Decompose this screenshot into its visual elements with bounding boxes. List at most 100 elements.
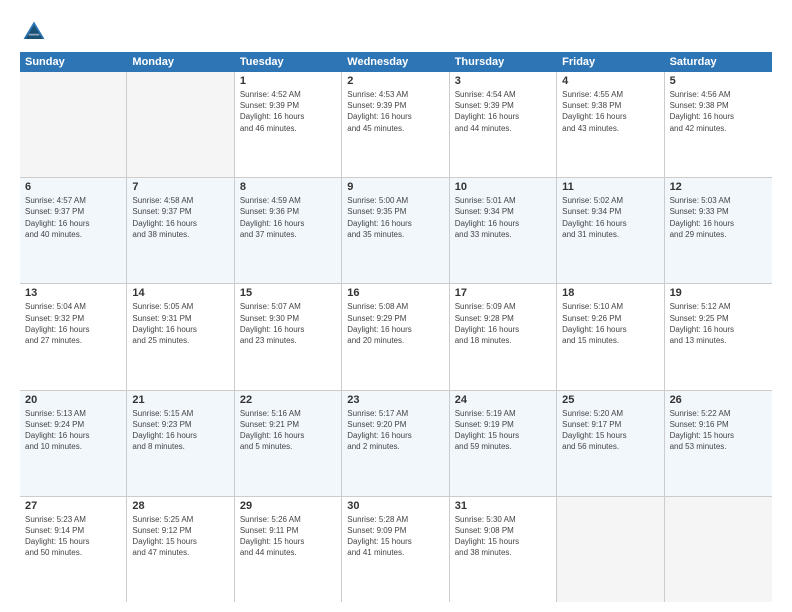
day-info: Sunrise: 5:28 AM Sunset: 9:09 PM Dayligh… <box>347 514 443 559</box>
day-info: Sunrise: 5:15 AM Sunset: 9:23 PM Dayligh… <box>132 408 228 453</box>
day-info: Sunrise: 5:10 AM Sunset: 9:26 PM Dayligh… <box>562 301 658 346</box>
calendar-header: Sunday Monday Tuesday Wednesday Thursday… <box>20 52 772 72</box>
calendar-cell: 15 Sunrise: 5:07 AM Sunset: 9:30 PM Dayli… <box>235 284 342 389</box>
day-number: 10 <box>455 181 551 193</box>
calendar-cell: 1 Sunrise: 4:52 AM Sunset: 9:39 PM Daylig… <box>235 72 342 177</box>
calendar-cell: 10 Sunrise: 5:01 AM Sunset: 9:34 PM Dayli… <box>450 178 557 283</box>
calendar-cell: 21 Sunrise: 5:15 AM Sunset: 9:23 PM Dayli… <box>127 391 234 496</box>
calendar-row-4: 20 Sunrise: 5:13 AM Sunset: 9:24 PM Dayli… <box>20 391 772 497</box>
calendar-cell: 18 Sunrise: 5:10 AM Sunset: 9:26 PM Dayli… <box>557 284 664 389</box>
day-info: Sunrise: 5:12 AM Sunset: 9:25 PM Dayligh… <box>670 301 767 346</box>
day-number: 25 <box>562 394 658 406</box>
calendar-cell: 4Sunrise: 4:55 AM Sunset: 9:38 PM Daylig… <box>557 72 664 177</box>
header-sunday: Sunday <box>20 52 127 72</box>
day-number: 23 <box>347 394 443 406</box>
calendar-cell: 19 Sunrise: 5:12 AM Sunset: 9:25 PM Dayli… <box>665 284 772 389</box>
day-number: 16 <box>347 287 443 299</box>
day-info: Sunrise: 5:05 AM Sunset: 9:31 PM Dayligh… <box>132 301 228 346</box>
calendar-cell: 31Sunrise: 5:30 AM Sunset: 9:08 PM Dayli… <box>450 497 557 602</box>
logo-icon <box>20 18 48 46</box>
calendar-cell: 11Sunrise: 5:02 AM Sunset: 9:34 PM Dayli… <box>557 178 664 283</box>
day-number: 21 <box>132 394 228 406</box>
header-saturday: Saturday <box>665 52 772 72</box>
day-number: 17 <box>455 287 551 299</box>
day-number: 13 <box>25 287 121 299</box>
header-thursday: Thursday <box>450 52 557 72</box>
day-number: 9 <box>347 181 443 193</box>
calendar-cell: 16Sunrise: 5:08 AM Sunset: 9:29 PM Dayli… <box>342 284 449 389</box>
calendar-cell <box>557 497 664 602</box>
calendar-cell: 3Sunrise: 4:54 AM Sunset: 9:39 PM Daylig… <box>450 72 557 177</box>
day-info: Sunrise: 4:54 AM Sunset: 9:39 PM Dayligh… <box>455 89 551 134</box>
day-info: Sunrise: 4:57 AM Sunset: 9:37 PM Dayligh… <box>25 195 121 240</box>
calendar-cell: 28 Sunrise: 5:25 AM Sunset: 9:12 PM Dayli… <box>127 497 234 602</box>
page: Sunday Monday Tuesday Wednesday Thursday… <box>0 0 792 612</box>
calendar-cell: 29 Sunrise: 5:26 AM Sunset: 9:11 PM Dayli… <box>235 497 342 602</box>
calendar-cell: 14 Sunrise: 5:05 AM Sunset: 9:31 PM Dayli… <box>127 284 234 389</box>
calendar-cell: 24 Sunrise: 5:19 AM Sunset: 9:19 PM Dayli… <box>450 391 557 496</box>
day-number: 18 <box>562 287 658 299</box>
calendar-cell: 8 Sunrise: 4:59 AM Sunset: 9:36 PM Daylig… <box>235 178 342 283</box>
header-monday: Monday <box>127 52 234 72</box>
calendar-row-2: 6 Sunrise: 4:57 AM Sunset: 9:37 PM Daylig… <box>20 178 772 284</box>
day-number: 2 <box>347 75 443 87</box>
calendar-cell: 27 Sunrise: 5:23 AM Sunset: 9:14 PM Dayli… <box>20 497 127 602</box>
calendar-cell: 25 Sunrise: 5:20 AM Sunset: 9:17 PM Dayli… <box>557 391 664 496</box>
day-number: 29 <box>240 500 336 512</box>
calendar-body: 1 Sunrise: 4:52 AM Sunset: 9:39 PM Daylig… <box>20 72 772 602</box>
day-number: 12 <box>670 181 767 193</box>
day-info: Sunrise: 4:59 AM Sunset: 9:36 PM Dayligh… <box>240 195 336 240</box>
header-friday: Friday <box>557 52 664 72</box>
calendar-cell: 17 Sunrise: 5:09 AM Sunset: 9:28 PM Dayli… <box>450 284 557 389</box>
header <box>20 18 772 46</box>
day-number: 8 <box>240 181 336 193</box>
day-number: 1 <box>240 75 336 87</box>
day-number: 22 <box>240 394 336 406</box>
calendar-cell <box>20 72 127 177</box>
day-number: 26 <box>670 394 767 406</box>
day-info: Sunrise: 5:26 AM Sunset: 9:11 PM Dayligh… <box>240 514 336 559</box>
calendar-row-1: 1 Sunrise: 4:52 AM Sunset: 9:39 PM Daylig… <box>20 72 772 178</box>
day-info: Sunrise: 4:52 AM Sunset: 9:39 PM Dayligh… <box>240 89 336 134</box>
day-info: Sunrise: 5:13 AM Sunset: 9:24 PM Dayligh… <box>25 408 121 453</box>
day-info: Sunrise: 5:00 AM Sunset: 9:35 PM Dayligh… <box>347 195 443 240</box>
calendar-cell: 6 Sunrise: 4:57 AM Sunset: 9:37 PM Daylig… <box>20 178 127 283</box>
day-number: 24 <box>455 394 551 406</box>
day-number: 5 <box>670 75 767 87</box>
day-info: Sunrise: 5:25 AM Sunset: 9:12 PM Dayligh… <box>132 514 228 559</box>
calendar-cell: 20 Sunrise: 5:13 AM Sunset: 9:24 PM Dayli… <box>20 391 127 496</box>
day-info: Sunrise: 5:09 AM Sunset: 9:28 PM Dayligh… <box>455 301 551 346</box>
calendar-cell: 12Sunrise: 5:03 AM Sunset: 9:33 PM Dayli… <box>665 178 772 283</box>
day-info: Sunrise: 5:07 AM Sunset: 9:30 PM Dayligh… <box>240 301 336 346</box>
day-info: Sunrise: 5:20 AM Sunset: 9:17 PM Dayligh… <box>562 408 658 453</box>
day-info: Sunrise: 4:53 AM Sunset: 9:39 PM Dayligh… <box>347 89 443 134</box>
day-number: 7 <box>132 181 228 193</box>
header-wednesday: Wednesday <box>342 52 449 72</box>
day-info: Sunrise: 4:55 AM Sunset: 9:38 PM Dayligh… <box>562 89 658 134</box>
day-number: 20 <box>25 394 121 406</box>
calendar-cell: 30 Sunrise: 5:28 AM Sunset: 9:09 PM Dayli… <box>342 497 449 602</box>
day-info: Sunrise: 5:16 AM Sunset: 9:21 PM Dayligh… <box>240 408 336 453</box>
day-info: Sunrise: 5:23 AM Sunset: 9:14 PM Dayligh… <box>25 514 121 559</box>
day-number: 19 <box>670 287 767 299</box>
day-number: 14 <box>132 287 228 299</box>
header-tuesday: Tuesday <box>235 52 342 72</box>
logo <box>20 18 52 46</box>
day-info: Sunrise: 5:30 AM Sunset: 9:08 PM Dayligh… <box>455 514 551 559</box>
calendar-cell: 2 Sunrise: 4:53 AM Sunset: 9:39 PM Daylig… <box>342 72 449 177</box>
day-info: Sunrise: 4:58 AM Sunset: 9:37 PM Dayligh… <box>132 195 228 240</box>
day-number: 27 <box>25 500 121 512</box>
calendar-cell <box>127 72 234 177</box>
day-number: 15 <box>240 287 336 299</box>
day-info: Sunrise: 5:19 AM Sunset: 9:19 PM Dayligh… <box>455 408 551 453</box>
day-number: 6 <box>25 181 121 193</box>
calendar-cell: 13Sunrise: 5:04 AM Sunset: 9:32 PM Dayli… <box>20 284 127 389</box>
calendar-cell: 9 Sunrise: 5:00 AM Sunset: 9:35 PM Daylig… <box>342 178 449 283</box>
day-info: Sunrise: 5:01 AM Sunset: 9:34 PM Dayligh… <box>455 195 551 240</box>
calendar-cell: 22 Sunrise: 5:16 AM Sunset: 9:21 PM Dayli… <box>235 391 342 496</box>
day-number: 30 <box>347 500 443 512</box>
calendar-cell: 5Sunrise: 4:56 AM Sunset: 9:38 PM Daylig… <box>665 72 772 177</box>
day-info: Sunrise: 5:17 AM Sunset: 9:20 PM Dayligh… <box>347 408 443 453</box>
calendar-row-3: 13Sunrise: 5:04 AM Sunset: 9:32 PM Dayli… <box>20 284 772 390</box>
day-number: 28 <box>132 500 228 512</box>
